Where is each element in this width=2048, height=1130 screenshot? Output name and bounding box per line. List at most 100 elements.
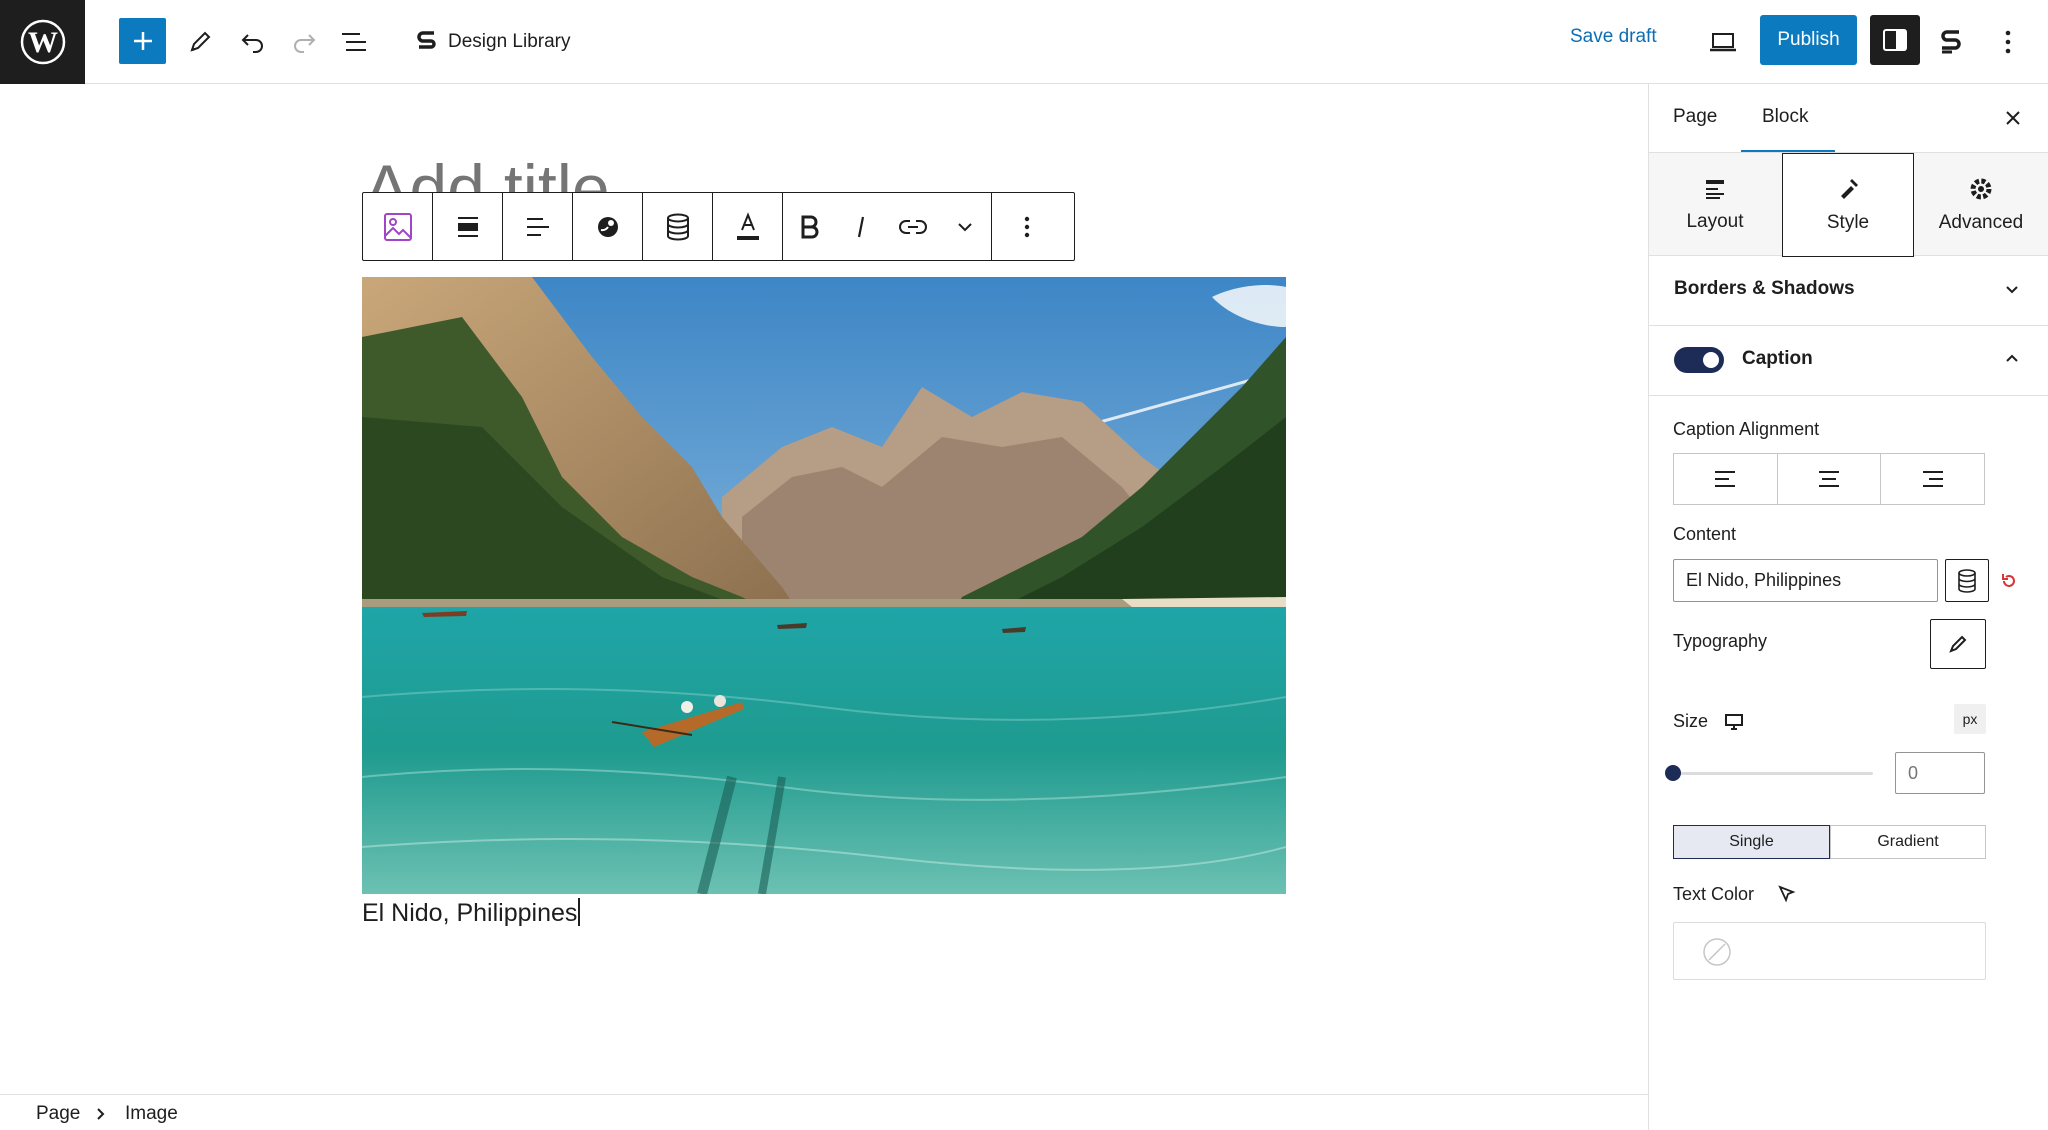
layout-icon (1706, 180, 1724, 199)
options-button[interactable] (1984, 18, 2032, 66)
database-icon (666, 213, 689, 241)
bold-button[interactable] (783, 193, 835, 260)
laptop-icon (1710, 33, 1736, 52)
block-toolbar (362, 192, 1075, 261)
size-slider-track[interactable] (1673, 772, 1873, 775)
settings-sidebar: Page Block Layout Style Advanced Borders… (1648, 84, 2048, 1130)
stackable-logo-icon (417, 31, 436, 49)
palette-icon (597, 216, 618, 237)
styles-button[interactable] (573, 193, 642, 260)
wordpress-logo-button[interactable]: W (0, 0, 85, 84)
chevron-down-icon (958, 222, 972, 231)
size-slider-thumb[interactable] (1665, 765, 1681, 781)
stackable-icon (1941, 30, 1961, 54)
align-wide-icon (457, 216, 478, 237)
inspector-tabs: Layout Style Advanced (1649, 152, 2048, 257)
italic-button[interactable] (835, 193, 887, 260)
publish-button[interactable]: Publish (1760, 15, 1857, 65)
chevron-down-icon (2006, 286, 2018, 294)
tools-button[interactable] (176, 18, 224, 66)
align-right-button[interactable] (1881, 454, 1984, 504)
svg-text:W: W (28, 26, 58, 59)
color-mode-gradient[interactable]: Gradient (1830, 825, 1986, 859)
list-view-icon (342, 33, 366, 51)
document-overview-button[interactable] (330, 18, 378, 66)
more-rich-text-button[interactable] (939, 193, 991, 260)
pencil-icon (1949, 635, 1967, 653)
redo-button[interactable] (280, 18, 328, 66)
reset-icon[interactable] (2000, 572, 2018, 590)
tab-style[interactable]: Style (1782, 153, 1914, 257)
landscape-photo (362, 277, 1286, 894)
close-icon[interactable] (2004, 109, 2022, 127)
cursor-pointer-icon[interactable] (1777, 884, 1797, 904)
text-color-picker[interactable] (1673, 922, 1986, 980)
block-breadcrumb: Page Image (0, 1094, 1648, 1130)
document-title-bar[interactable]: Design Library (416, 24, 571, 60)
link-icon (899, 219, 927, 234)
plus-icon (133, 32, 152, 50)
size-number-input[interactable]: 0 (1895, 752, 1985, 794)
undo-button[interactable] (229, 18, 277, 66)
caption-panel-header[interactable]: Caption (1649, 326, 2048, 396)
add-block-button[interactable] (119, 18, 166, 64)
caption-alignment-control (1673, 453, 1985, 505)
preview-button[interactable] (1699, 18, 1747, 66)
caption-alignment-label: Caption Alignment (1673, 419, 1820, 439)
image-block[interactable] (362, 277, 1286, 894)
chevron-right-icon (97, 1108, 105, 1120)
image-icon (383, 212, 412, 241)
align-left-icon (526, 217, 549, 236)
text-align-button[interactable] (503, 193, 572, 260)
no-color-icon (1703, 938, 1731, 966)
text-color-label: Text Color (1673, 884, 1755, 904)
tab-page[interactable]: Page (1673, 106, 1717, 128)
wordpress-icon: W (20, 19, 65, 65)
more-vertical-icon (2005, 30, 2011, 54)
breadcrumb-page[interactable]: Page (36, 1103, 80, 1125)
block-options-button[interactable] (992, 193, 1061, 260)
dynamic-content-button[interactable] (1945, 559, 1989, 602)
more-vertical-icon (1024, 216, 1029, 237)
text-color-button[interactable] (713, 193, 782, 260)
link-button[interactable] (887, 193, 939, 260)
typography-label: Typography (1673, 631, 1768, 651)
align-center-button[interactable] (1778, 454, 1882, 504)
color-mode-single[interactable]: Single (1673, 825, 1830, 859)
document-title: Design Library (448, 31, 571, 52)
breadcrumb-image[interactable]: Image (125, 1103, 178, 1125)
unit-selector[interactable]: px (1954, 704, 1986, 734)
save-draft-button[interactable]: Save draft (1570, 26, 1657, 48)
tab-advanced[interactable]: Advanced (1915, 153, 2047, 257)
caption-content-input[interactable]: El Nido, Philippines (1673, 559, 1938, 602)
brush-icon (1841, 179, 1858, 199)
text-cursor (578, 898, 581, 926)
content-label: Content (1673, 524, 1737, 544)
pencil-icon (190, 31, 211, 52)
tab-layout[interactable]: Layout (1649, 153, 1781, 257)
italic-icon (857, 216, 865, 237)
panel-title: Caption (1742, 348, 1813, 369)
sidebar-icon (1883, 29, 1907, 51)
bold-icon (801, 215, 819, 238)
undo-icon (241, 34, 263, 53)
caption-toggle[interactable] (1673, 346, 1725, 374)
settings-sidebar-toggle[interactable] (1870, 15, 1920, 65)
desktop-icon[interactable] (1724, 713, 1744, 731)
panel-title: Borders & Shadows (1674, 278, 1855, 299)
size-label: Size (1673, 711, 1709, 731)
align-left-button[interactable] (1674, 454, 1778, 504)
stackable-button[interactable] (1927, 18, 1975, 66)
tab-block[interactable]: Block (1762, 106, 1808, 128)
borders-shadows-panel[interactable]: Borders & Shadows (1649, 256, 2048, 326)
block-align-button[interactable] (433, 193, 502, 260)
dynamic-content-button[interactable] (643, 193, 712, 260)
typography-edit-button[interactable] (1930, 619, 1986, 669)
block-type-button[interactable] (363, 193, 432, 260)
gear-icon (1970, 178, 1992, 200)
chevron-up-icon (2006, 354, 2018, 362)
database-icon (1958, 568, 1976, 593)
image-caption[interactable]: El Nido, Philippines (362, 898, 581, 928)
align-center-icon (1819, 471, 1839, 487)
align-left-icon (1715, 471, 1736, 487)
